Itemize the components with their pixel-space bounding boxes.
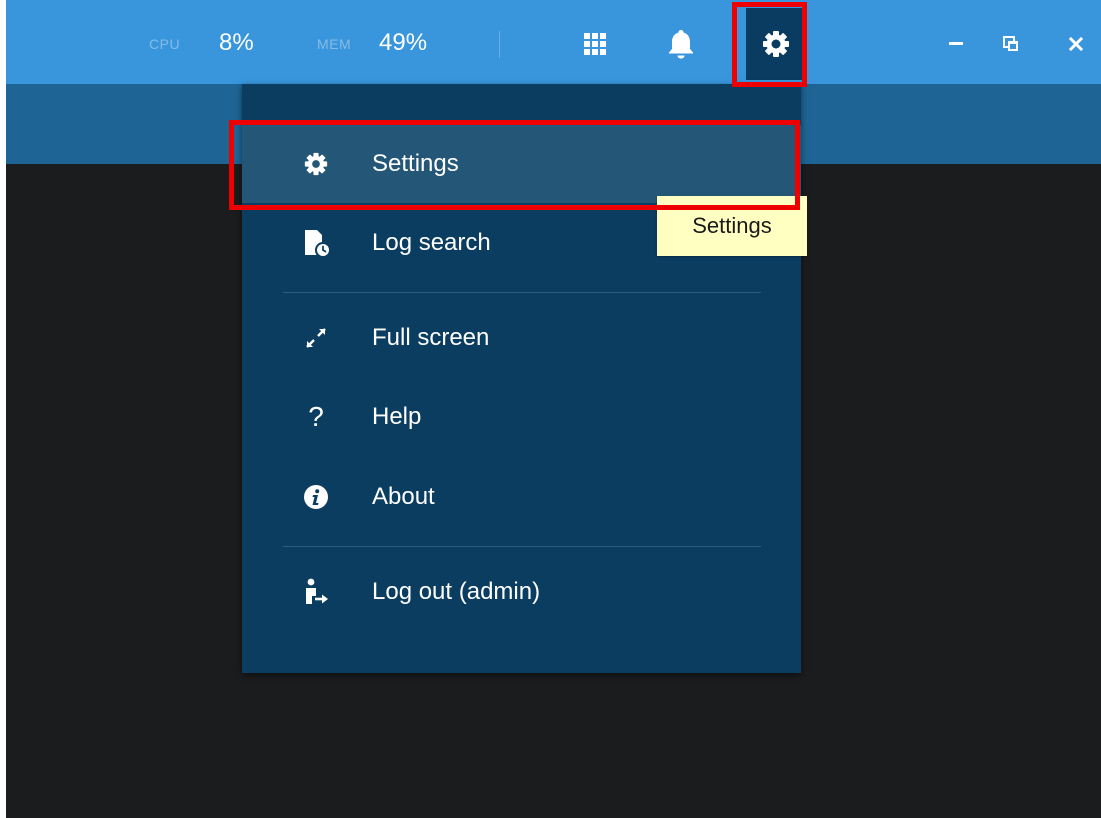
menu-item-about[interactable]: About bbox=[242, 458, 801, 536]
menu-item-label: Full screen bbox=[372, 324, 490, 351]
fullscreen-icon bbox=[302, 324, 330, 352]
cpu-value: 8% bbox=[219, 29, 254, 56]
bell-icon[interactable] bbox=[667, 29, 695, 59]
menu-item-full-screen[interactable]: Full screen bbox=[242, 299, 801, 377]
log-search-icon bbox=[302, 229, 330, 257]
top-toolbar: CPU 8% MEM 49% bbox=[6, 0, 1101, 84]
menu-item-label: About bbox=[372, 483, 435, 510]
restore-icon[interactable] bbox=[1002, 34, 1020, 54]
mem-label: MEM bbox=[317, 36, 352, 52]
highlight-box-gear bbox=[732, 2, 807, 87]
logout-icon bbox=[302, 578, 330, 606]
grid-icon[interactable] bbox=[584, 33, 606, 55]
cpu-label: CPU bbox=[149, 36, 181, 52]
help-icon: ? bbox=[308, 401, 324, 432]
info-icon bbox=[302, 483, 330, 511]
menu-divider bbox=[283, 292, 761, 293]
mem-value: 49% bbox=[379, 29, 428, 56]
menu-item-label: Log out (admin) bbox=[372, 578, 541, 605]
minimize-icon[interactable] bbox=[948, 33, 966, 55]
toolbar-divider bbox=[499, 31, 500, 58]
close-icon[interactable] bbox=[1067, 34, 1085, 54]
menu-divider bbox=[283, 546, 761, 547]
menu-item-label: Help bbox=[372, 403, 422, 430]
menu-item-log-out[interactable]: Log out (admin) bbox=[242, 553, 801, 631]
menu-item-label: Log search bbox=[372, 229, 491, 256]
highlight-box-settings bbox=[229, 120, 800, 210]
menu-item-help[interactable]: ? Help bbox=[242, 378, 801, 456]
